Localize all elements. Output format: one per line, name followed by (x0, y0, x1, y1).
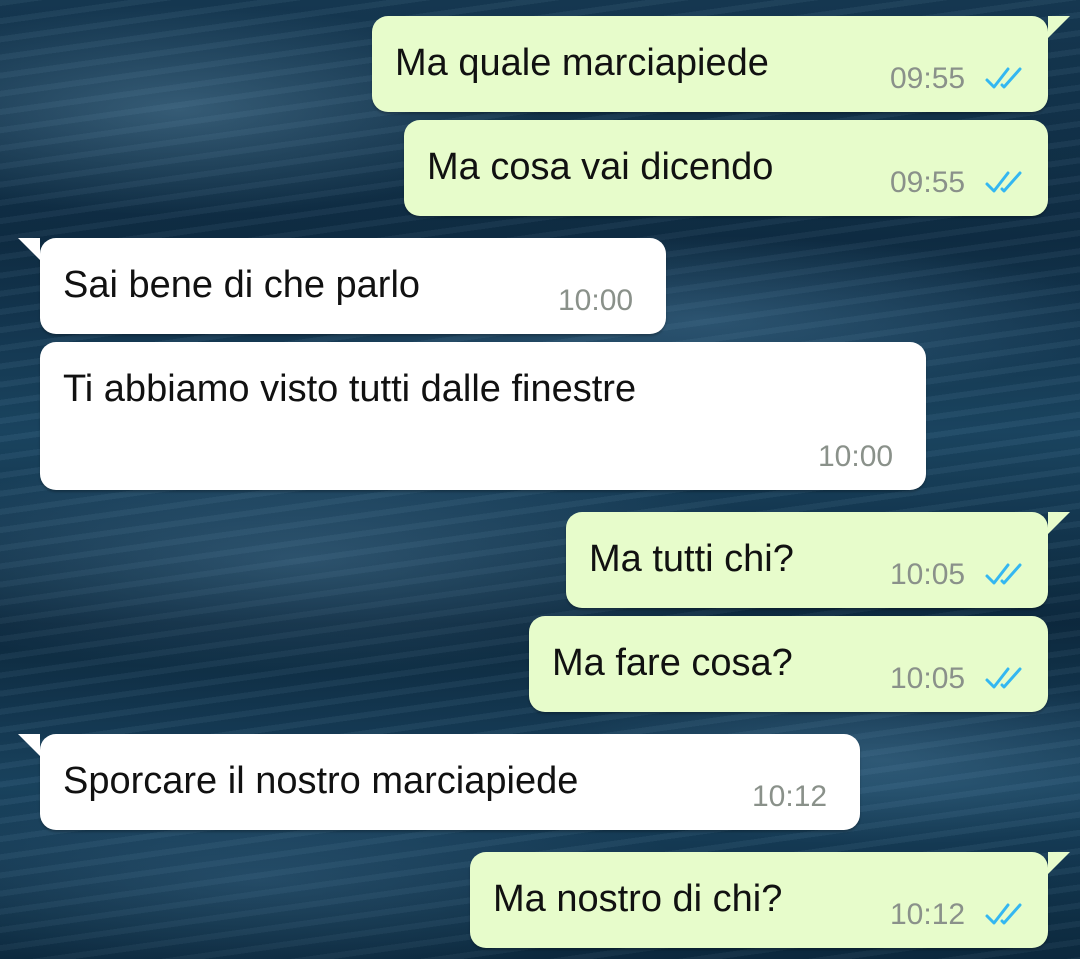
bubble-tail (1048, 16, 1070, 38)
bubble-tail (1048, 512, 1070, 534)
message-timestamp: 09:55 (890, 62, 966, 95)
message-text: Ma cosa vai dicendo (427, 146, 774, 188)
message-text: Ma nostro di chi? (493, 878, 783, 920)
bubble-tail (18, 734, 40, 756)
message-timestamp: 10:00 (558, 284, 634, 317)
message-timestamp: 09:55 (890, 166, 966, 199)
incoming-message-bubble[interactable]: Sai bene di che parlo 10:00 (18, 238, 666, 334)
message-timestamp: 10:12 (890, 898, 966, 931)
outgoing-message-bubble[interactable]: Ma cosa vai dicendo 09:55 (404, 120, 1048, 216)
message-timestamp: 10:05 (890, 558, 966, 591)
double-check-icon (985, 563, 1022, 585)
bubble-tail (18, 238, 40, 260)
message-text: Ma fare cosa? (552, 642, 793, 684)
double-check-icon (985, 903, 1022, 925)
double-check-icon (985, 667, 1022, 689)
outgoing-message-bubble[interactable]: Ma nostro di chi? 10:12 (470, 852, 1070, 948)
double-check-icon (985, 171, 1022, 193)
message-timestamp: 10:00 (818, 440, 894, 473)
message-text: Sporcare il nostro marciapiede (63, 760, 579, 802)
outgoing-message-bubble[interactable]: Ma quale marciapiede 09:55 (372, 16, 1070, 112)
outgoing-message-bubble[interactable]: Ma fare cosa? 10:05 (529, 616, 1048, 712)
message-text: Ti abbiamo visto tutti dalle finestre (63, 368, 637, 410)
message-timestamp: 10:05 (890, 662, 966, 695)
outgoing-message-bubble[interactable]: Ma tutti chi? 10:05 (566, 512, 1070, 608)
incoming-message-bubble[interactable]: Ti abbiamo visto tutti dalle finestre 10… (40, 342, 926, 490)
bubble-tail (1048, 852, 1070, 874)
incoming-message-bubble[interactable]: Sporcare il nostro marciapiede 10:12 (18, 734, 860, 830)
message-text: Ma tutti chi? (589, 538, 794, 580)
double-check-icon (985, 67, 1022, 89)
message-text: Ma quale marciapiede (395, 42, 769, 84)
message-text: Sai bene di che parlo (63, 264, 421, 306)
message-timestamp: 10:12 (752, 780, 828, 813)
